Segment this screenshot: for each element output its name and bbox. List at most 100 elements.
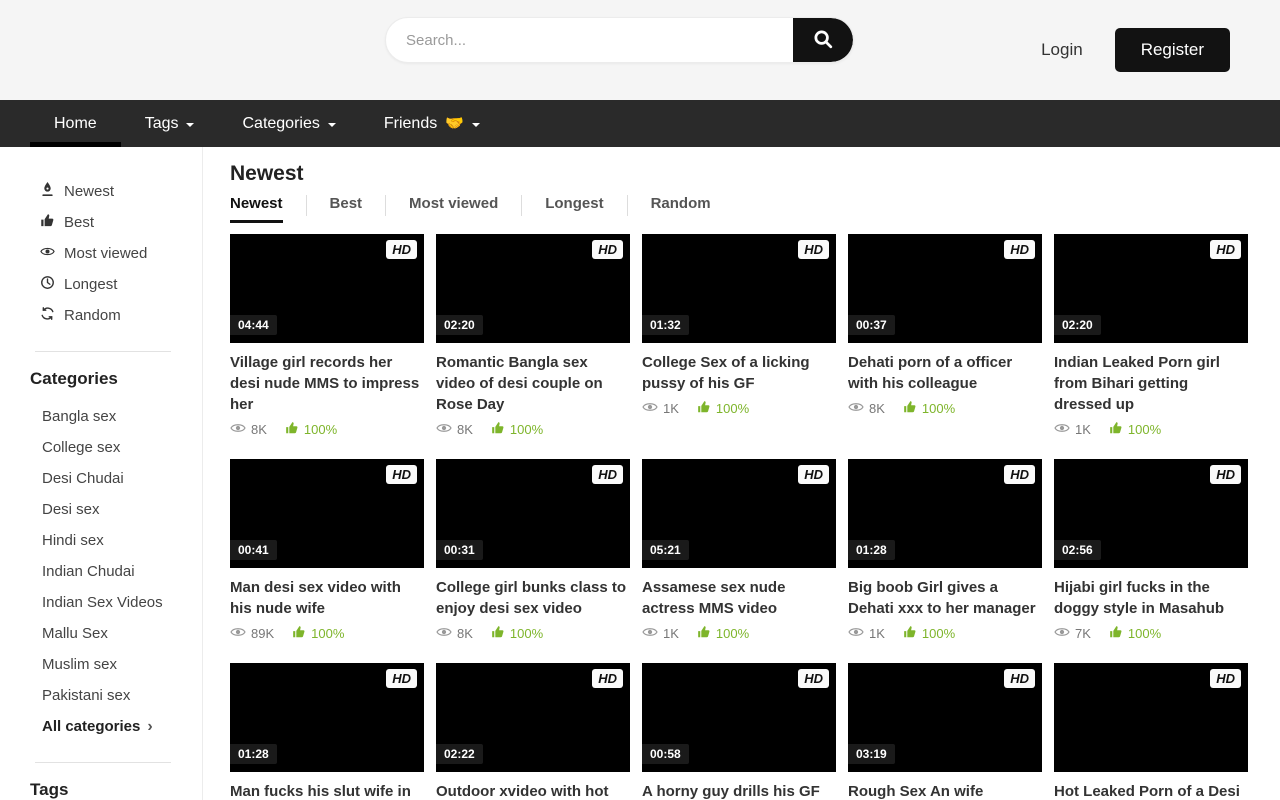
view-count-value: 1K [869, 626, 885, 641]
category-link[interactable]: Muslim sex [42, 649, 202, 680]
view-count-value: 1K [663, 401, 679, 416]
eye-icon [230, 624, 246, 643]
video-thumbnail[interactable]: HD 01:28 [848, 459, 1042, 568]
video-thumbnail[interactable]: HD 01:28 [230, 663, 424, 772]
video-title[interactable]: Big boob Girl gives a Dehati xxx to her … [848, 577, 1042, 619]
tab-most-viewed[interactable]: Most viewed [409, 195, 498, 223]
video-card[interactable]: HD Hot Leaked Porn of a Desi Couple [1054, 663, 1248, 800]
search-form [385, 17, 854, 63]
video-title[interactable]: Dehati porn of a officer with his collea… [848, 352, 1042, 394]
category-link[interactable]: Bangla sex [42, 401, 202, 432]
video-thumbnail[interactable]: HD 04:44 [230, 234, 424, 343]
tab-newest[interactable]: Newest [230, 195, 283, 223]
thumbs-up-icon [903, 625, 917, 642]
video-stats: 1K 100% [642, 624, 836, 643]
video-title[interactable]: Romantic Bangla sex video of desi couple… [436, 352, 630, 415]
category-link[interactable]: Hindi sex [42, 525, 202, 556]
video-thumbnail[interactable]: HD 03:19 [848, 663, 1042, 772]
video-card[interactable]: HD 01:28 Big boob Girl gives a Dehati xx… [848, 459, 1042, 643]
tab-random[interactable]: Random [651, 195, 711, 223]
thumbs-up-icon [491, 625, 505, 642]
video-card[interactable]: HD 00:58 A horny guy drills his GF tight… [642, 663, 836, 800]
video-card[interactable]: HD 02:20 Indian Leaked Porn girl from Bi… [1054, 234, 1248, 439]
video-thumbnail[interactable]: HD 02:20 [436, 234, 630, 343]
view-count-value: 1K [663, 626, 679, 641]
nav-item-friends[interactable]: Friends 🤝 [360, 100, 504, 147]
category-link[interactable]: Indian Sex Videos [42, 587, 202, 618]
nav-item-tags[interactable]: Tags [121, 100, 219, 147]
all-categories-label: All categories [42, 718, 140, 735]
tab-best[interactable]: Best [330, 195, 363, 223]
video-title[interactable]: Village girl records her desi nude MMS t… [230, 352, 424, 415]
register-button[interactable]: Register [1115, 28, 1230, 72]
nav-item-home[interactable]: Home [30, 100, 121, 147]
video-card[interactable]: HD 04:44 Village girl records her desi n… [230, 234, 424, 439]
sidebar-item-longest[interactable]: Longest [40, 269, 202, 300]
video-card[interactable]: HD 02:20 Romantic Bangla sex video of de… [436, 234, 630, 439]
video-thumbnail[interactable]: HD 02:22 [436, 663, 630, 772]
video-title[interactable]: Assamese sex nude actress MMS video [642, 577, 836, 619]
site-header: Login Register [0, 0, 1280, 100]
video-title[interactable]: Rough Sex An wife bounces on her devar d… [848, 781, 1042, 800]
video-thumbnail[interactable]: HD 02:56 [1054, 459, 1248, 568]
login-link[interactable]: Login [1041, 40, 1083, 60]
video-title[interactable]: Man desi sex video with his nude wife [230, 577, 424, 619]
sidebar-item-label: Longest [64, 276, 117, 293]
sidebar-item-random[interactable]: Random [40, 300, 202, 331]
video-card[interactable]: HD 02:22 Outdoor xvideo with hot randi [436, 663, 630, 800]
video-thumbnail[interactable]: HD 02:20 [1054, 234, 1248, 343]
category-link[interactable]: Mallu Sex [42, 618, 202, 649]
view-count-value: 7K [1075, 626, 1091, 641]
video-card[interactable]: HD 05:21 Assamese sex nude actress MMS v… [642, 459, 836, 643]
category-link[interactable]: Pakistani sex [42, 680, 202, 711]
sidebar-item-best[interactable]: Best [40, 207, 202, 238]
tab-separator [521, 195, 522, 216]
tab-separator [385, 195, 386, 216]
video-card[interactable]: HD 00:41 Man desi sex video with his nud… [230, 459, 424, 643]
category-link[interactable]: College sex [42, 432, 202, 463]
video-title[interactable]: Hijabi girl fucks in the doggy style in … [1054, 577, 1248, 619]
search-button[interactable] [793, 18, 853, 62]
rating: 100% [697, 625, 749, 642]
video-title[interactable]: College Sex of a licking pussy of his GF [642, 352, 836, 394]
video-card[interactable]: HD 00:31 College girl bunks class to enj… [436, 459, 630, 643]
video-title[interactable]: Outdoor xvideo with hot randi [436, 781, 630, 800]
sidebar-divider [35, 351, 171, 352]
video-thumbnail[interactable]: HD 00:31 [436, 459, 630, 568]
video-title[interactable]: College girl bunks class to enjoy desi s… [436, 577, 630, 619]
nav-item-categories[interactable]: Categories [218, 100, 359, 147]
all-categories-link[interactable]: All categories› [42, 718, 153, 735]
category-link[interactable]: Desi Chudai [42, 463, 202, 494]
video-thumbnail[interactable]: HD 01:32 [642, 234, 836, 343]
hd-badge: HD [798, 465, 829, 484]
video-card[interactable]: HD 02:56 Hijabi girl fucks in the doggy … [1054, 459, 1248, 643]
video-card[interactable]: HD 00:37 Dehati porn of a officer with h… [848, 234, 1042, 439]
video-thumbnail[interactable]: HD 00:37 [848, 234, 1042, 343]
magnifier-icon [812, 28, 834, 53]
video-thumbnail[interactable]: HD [1054, 663, 1248, 772]
sidebar-item-newest[interactable]: Newest [40, 176, 202, 207]
video-thumbnail[interactable]: HD 00:41 [230, 459, 424, 568]
search-input[interactable] [386, 18, 793, 62]
video-thumbnail[interactable]: HD 05:21 [642, 459, 836, 568]
video-title[interactable]: Indian Leaked Porn girl from Bihari gett… [1054, 352, 1248, 415]
rating-value: 100% [1128, 626, 1161, 641]
view-count: 8K [848, 399, 885, 418]
video-card[interactable]: HD 01:32 College Sex of a licking pussy … [642, 234, 836, 439]
thumbs-up-icon [292, 625, 306, 642]
video-thumbnail[interactable]: HD 00:58 [642, 663, 836, 772]
video-card[interactable]: HD 03:19 Rough Sex An wife bounces on he… [848, 663, 1042, 800]
view-count: 1K [642, 399, 679, 418]
video-title[interactable]: A horny guy drills his GF tight pussy at… [642, 781, 836, 800]
sidebar-item-most-viewed[interactable]: Most viewed [40, 238, 202, 269]
tab-longest[interactable]: Longest [545, 195, 603, 223]
category-link[interactable]: Desi sex [42, 494, 202, 525]
main-nav: Home Tags Categories Friends 🤝 [0, 100, 1280, 147]
category-link[interactable]: Indian Chudai [42, 556, 202, 587]
tab-separator [627, 195, 628, 216]
video-card[interactable]: HD 01:28 Man fucks his slut wife in Deha… [230, 663, 424, 800]
video-title[interactable]: Man fucks his slut wife in Dehati sex [230, 781, 424, 800]
hd-badge: HD [592, 240, 623, 259]
video-title[interactable]: Hot Leaked Porn of a Desi Couple [1054, 781, 1248, 800]
nav-item-label: Tags [145, 115, 179, 133]
